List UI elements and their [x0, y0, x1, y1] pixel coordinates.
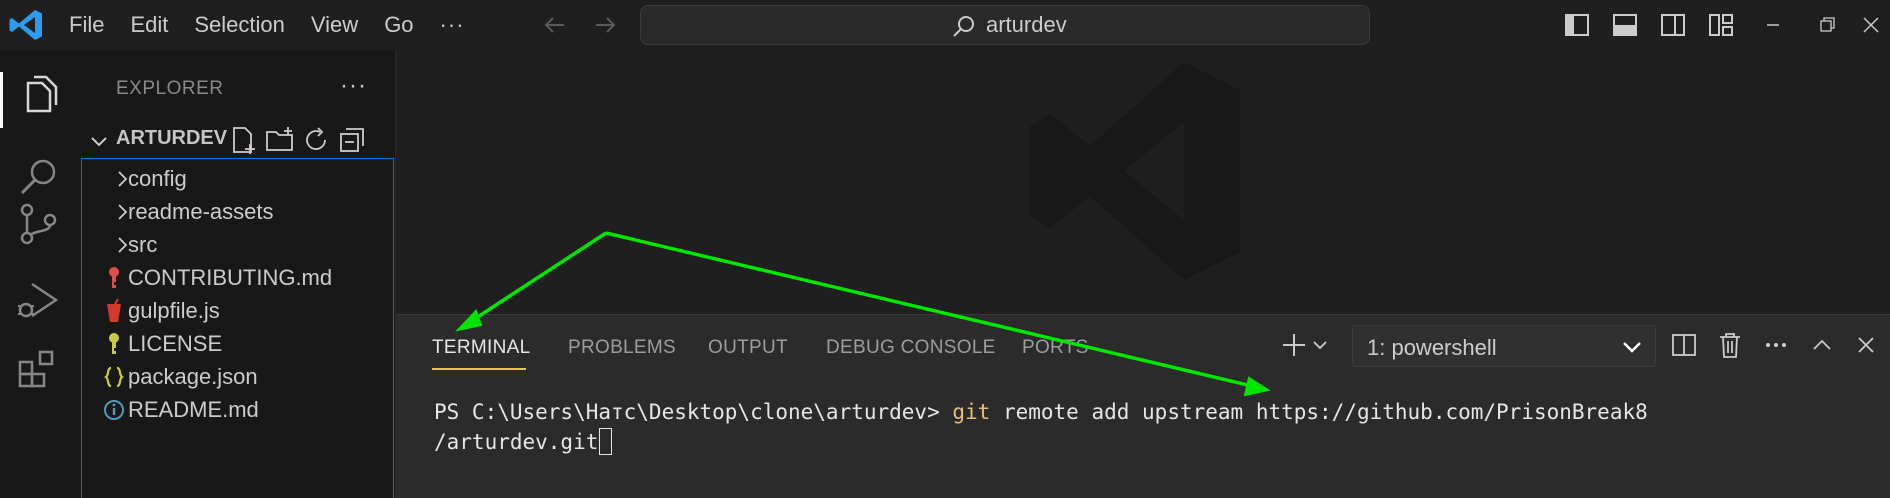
- chevron-down-icon: [1623, 342, 1641, 353]
- refresh-icon[interactable]: [300, 124, 332, 156]
- explorer-sidebar: EXPLORER ··· ARTURDEV config readme-asse…: [78, 50, 396, 498]
- tab-debug-console[interactable]: DEBUG CONSOLE: [826, 337, 996, 359]
- more-actions-icon[interactable]: [1760, 329, 1792, 361]
- new-folder-icon[interactable]: [264, 124, 296, 156]
- close-panel-icon[interactable]: [1850, 329, 1882, 361]
- arrow-right-icon[interactable]: [590, 10, 620, 40]
- tree-item-label: src: [128, 232, 158, 257]
- terminal-line-2: /arturdev.git: [434, 430, 599, 454]
- new-file-icon[interactable]: [228, 124, 260, 156]
- terminal-prompt: PS C:\Users\Hатс\Desktop\clone\arturdev>: [434, 400, 953, 424]
- tree-item-label: readme-assets: [128, 199, 274, 224]
- chevron-down-icon: [91, 137, 107, 147]
- launch-profile-chevron-icon[interactable]: [1310, 329, 1330, 361]
- extensions-icon[interactable]: [14, 346, 64, 396]
- menu-more-icon[interactable]: ···: [427, 0, 478, 50]
- terminal-select-value: 1: powershell: [1367, 335, 1497, 360]
- menu-selection[interactable]: Selection: [181, 0, 298, 50]
- contributing-key-icon: [109, 267, 119, 288]
- navigation-arrows: [540, 10, 620, 40]
- kill-terminal-icon[interactable]: [1714, 329, 1746, 361]
- run-debug-icon[interactable]: [14, 276, 64, 326]
- bottom-panel: TERMINAL PROBLEMS OUTPUT DEBUG CONSOLE P…: [396, 314, 1890, 498]
- collapse-all-icon[interactable]: [336, 124, 368, 156]
- arrow-left-icon[interactable]: [540, 10, 570, 40]
- tab-terminal[interactable]: TERMINAL: [432, 337, 530, 359]
- menu-go[interactable]: Go: [371, 0, 426, 50]
- restore-icon[interactable]: [1812, 10, 1842, 40]
- search-icon: [953, 16, 974, 37]
- vscode-watermark-icon: [1030, 62, 1240, 280]
- command-center-search[interactable]: arturdev: [640, 5, 1370, 45]
- terminal-cursor: [599, 428, 613, 455]
- activity-bar: [0, 50, 78, 498]
- maximize-panel-icon[interactable]: [1806, 329, 1838, 361]
- source-control-icon[interactable]: [14, 198, 64, 248]
- license-key-icon: [109, 333, 119, 354]
- split-terminal-icon[interactable]: [1668, 329, 1700, 361]
- workspace-folder-header[interactable]: ARTURDEV: [78, 120, 396, 160]
- customize-layout-icon[interactable]: [1706, 10, 1736, 40]
- tree-item-label: package.json: [128, 364, 258, 389]
- tab-problems[interactable]: PROBLEMS: [568, 337, 676, 359]
- layout-controls: [1562, 10, 1736, 40]
- gulp-icon: [107, 298, 121, 322]
- toggle-primary-sidebar-icon[interactable]: [1562, 10, 1592, 40]
- tree-item-label: gulpfile.js: [128, 298, 220, 323]
- minimize-icon[interactable]: [1758, 10, 1788, 40]
- tree-item-label: config: [128, 166, 187, 191]
- terminal-args: remote add upstream https://github.com/P…: [990, 400, 1648, 424]
- close-icon[interactable]: [1856, 10, 1886, 40]
- menu-file[interactable]: File: [56, 0, 117, 50]
- workspace-folder-name: ARTURDEV: [116, 127, 228, 149]
- tab-ports[interactable]: PORTS: [1022, 337, 1089, 359]
- terminal-command: git: [952, 400, 991, 424]
- title-bar: File Edit Selection View Go ··· arturdev: [0, 0, 1890, 50]
- json-braces-icon: [104, 366, 124, 388]
- menu-edit[interactable]: Edit: [117, 0, 181, 50]
- menu-view[interactable]: View: [298, 0, 371, 50]
- explorer-icon[interactable]: [14, 73, 64, 123]
- new-terminal-icon[interactable]: [1278, 329, 1310, 361]
- terminal-select-dropdown[interactable]: 1: powershell: [1352, 325, 1656, 367]
- active-tab-underline: [432, 368, 526, 370]
- command-center-text: arturdev: [986, 12, 1067, 37]
- tree-item-label: CONTRIBUTING.md: [128, 265, 333, 290]
- toggle-panel-icon[interactable]: [1610, 10, 1640, 40]
- file-tree: config readme-assets src CONTRIBUTING.md…: [81, 158, 394, 498]
- explorer-more-icon[interactable]: ···: [340, 72, 367, 100]
- search-icon[interactable]: [14, 152, 64, 202]
- info-icon: [104, 400, 124, 420]
- tree-item-readme[interactable]: README.md: [82, 390, 393, 430]
- active-indicator: [0, 72, 3, 128]
- vscode-logo-icon[interactable]: [6, 5, 46, 45]
- menu-bar: File Edit Selection View Go ···: [56, 0, 478, 50]
- tree-item-label: LICENSE: [128, 331, 223, 356]
- editor-area: [396, 50, 1890, 314]
- explorer-title: EXPLORER: [116, 78, 224, 99]
- toggle-secondary-sidebar-icon[interactable]: [1658, 10, 1688, 40]
- terminal-output[interactable]: PS C:\Users\Hатс\Desktop\clone\arturdev>…: [434, 397, 1884, 457]
- tab-output[interactable]: OUTPUT: [708, 337, 788, 359]
- tree-item-label: README.md: [128, 397, 259, 422]
